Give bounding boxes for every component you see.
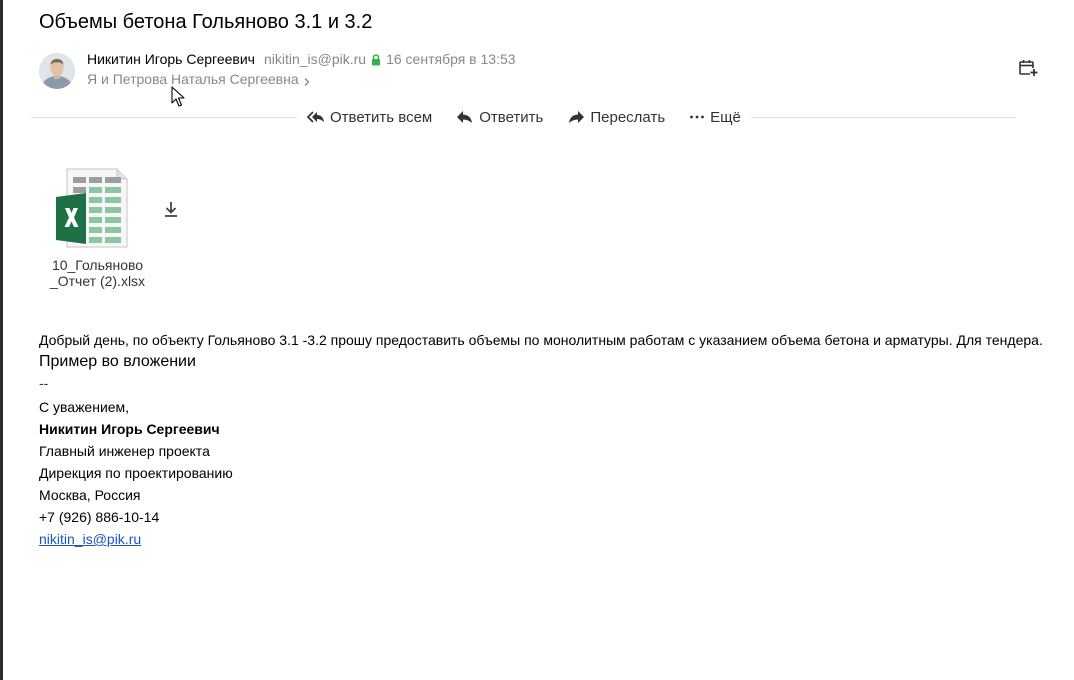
reply-all-icon [307,111,324,123]
sender-line: Никитин Игорь Сергеевич nikitin_is@pik.r… [87,51,516,67]
forward-icon [569,111,585,123]
attachment-filename[interactable]: 10_Гольяново _Отчет (2).xlsx [39,257,156,289]
body-paragraph: Добрый день, по объекту Гольяново 3.1 -3… [39,332,1043,348]
recipients-line[interactable]: Я и Петрова Наталья Сергеевна [87,71,311,87]
reply-button[interactable]: Ответить [456,109,543,126]
chevron-right-icon [303,74,311,86]
email-subject: Объемы бетона Гольяново 3.1 и 3.2 [39,11,373,33]
add-to-calendar-icon[interactable] [1018,58,1038,78]
sender-email[interactable]: nikitin_is@pik.ru [264,51,366,67]
signature-city: Москва, Россия [39,487,141,503]
forward-label: Переслать [590,108,666,126]
signature-email-link[interactable]: nikitin_is@pik.ru [39,531,141,547]
recipients-text: Я и Петрова Наталья Сергеевна [87,71,299,87]
download-icon[interactable] [163,200,179,218]
signature-name: Никитин Игорь Сергеевич [39,421,220,437]
message-toolbar: Ответить всем Ответить Переслать Ещё [297,104,751,130]
signature-phone: +7 (926) 886-10-14 [39,509,160,525]
reply-icon [457,111,473,123]
mouse-cursor-icon [171,86,185,108]
reply-all-button[interactable]: Ответить всем [307,109,432,126]
more-icon [690,115,705,119]
window-left-border [0,0,3,680]
sender-name[interactable]: Никитин Игорь Сергеевич [87,51,255,67]
forward-button[interactable]: Переслать [567,109,665,126]
more-label: Ещё [710,108,741,126]
attachment-note: Пример во вложении [39,353,196,370]
signature-separator: -- [39,375,49,391]
reply-all-label: Ответить всем [330,108,433,126]
sender-avatar[interactable] [39,53,75,89]
signature-department: Дирекция по проектированию [39,465,233,481]
more-button[interactable]: Ещё [689,109,741,126]
email-date: 16 сентября в 13:53 [386,51,516,67]
signature-regards: С уважением, [39,399,130,415]
attachment-filename-line2: _Отчет (2).xlsx [49,273,146,289]
email-body: Добрый день, по объекту Гольяново 3.1 -3… [39,331,1043,552]
excel-file-icon[interactable] [56,168,128,248]
signature-title: Главный инженер проекта [39,443,210,459]
lock-icon [371,53,381,66]
reply-label: Ответить [479,108,544,126]
attachment-filename-line1: 10_Гольяново [51,257,144,273]
